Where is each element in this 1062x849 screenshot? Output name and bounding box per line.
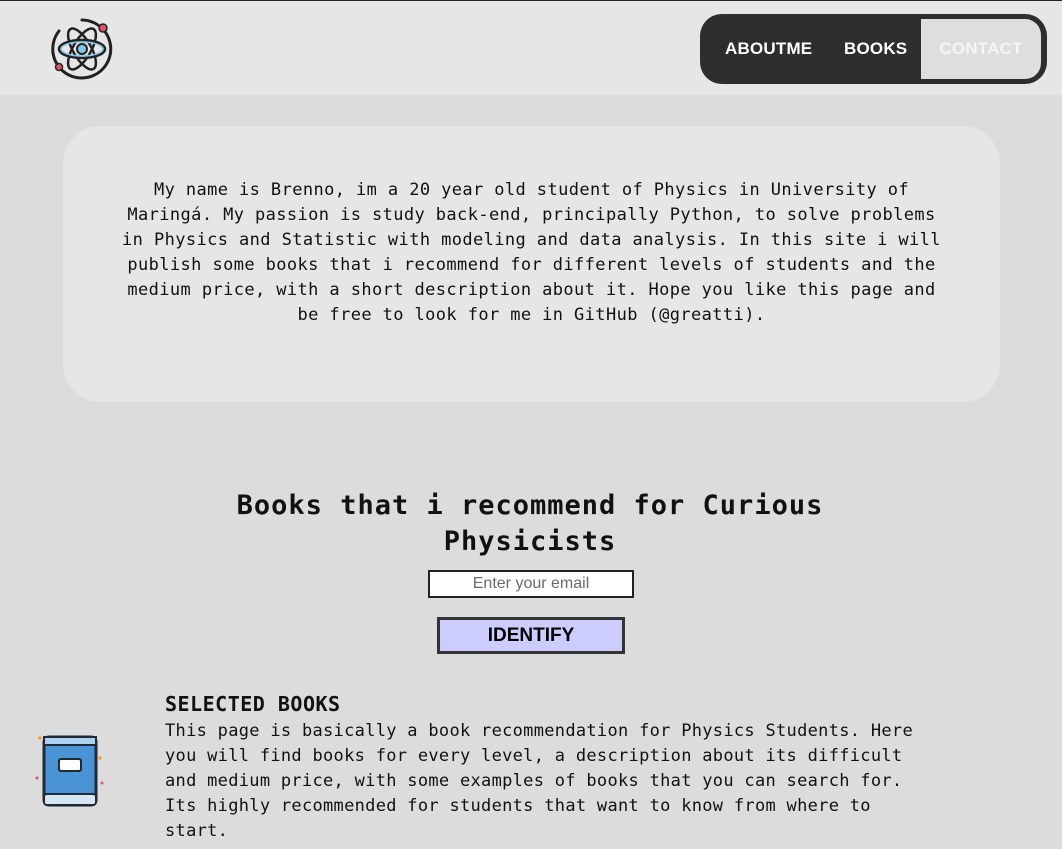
nav-contact[interactable]: CONTACT bbox=[921, 19, 1041, 79]
atom-icon[interactable] bbox=[49, 16, 115, 82]
email-input[interactable] bbox=[428, 570, 634, 598]
book-icon bbox=[35, 735, 104, 807]
nav-aboutme[interactable]: ABOUTME bbox=[725, 14, 812, 84]
about-card: My name is Brenno, im a 20 year old stud… bbox=[63, 126, 1000, 402]
about-text: My name is Brenno, im a 20 year old stud… bbox=[122, 180, 941, 325]
main-nav: ABOUTME BOOKS CONTACT bbox=[700, 14, 1047, 84]
selected-books-title: SELECTED BOOKS bbox=[165, 692, 341, 716]
identify-button[interactable]: IDENTIFY bbox=[437, 617, 625, 654]
selected-books-text: This page is basically a book recommenda… bbox=[165, 721, 913, 841]
top-header: ABOUTME BOOKS CONTACT bbox=[0, 0, 1062, 95]
books-title: Books that i recommend for Curious Physi… bbox=[236, 490, 824, 557]
nav-books[interactable]: BOOKS bbox=[844, 14, 907, 84]
